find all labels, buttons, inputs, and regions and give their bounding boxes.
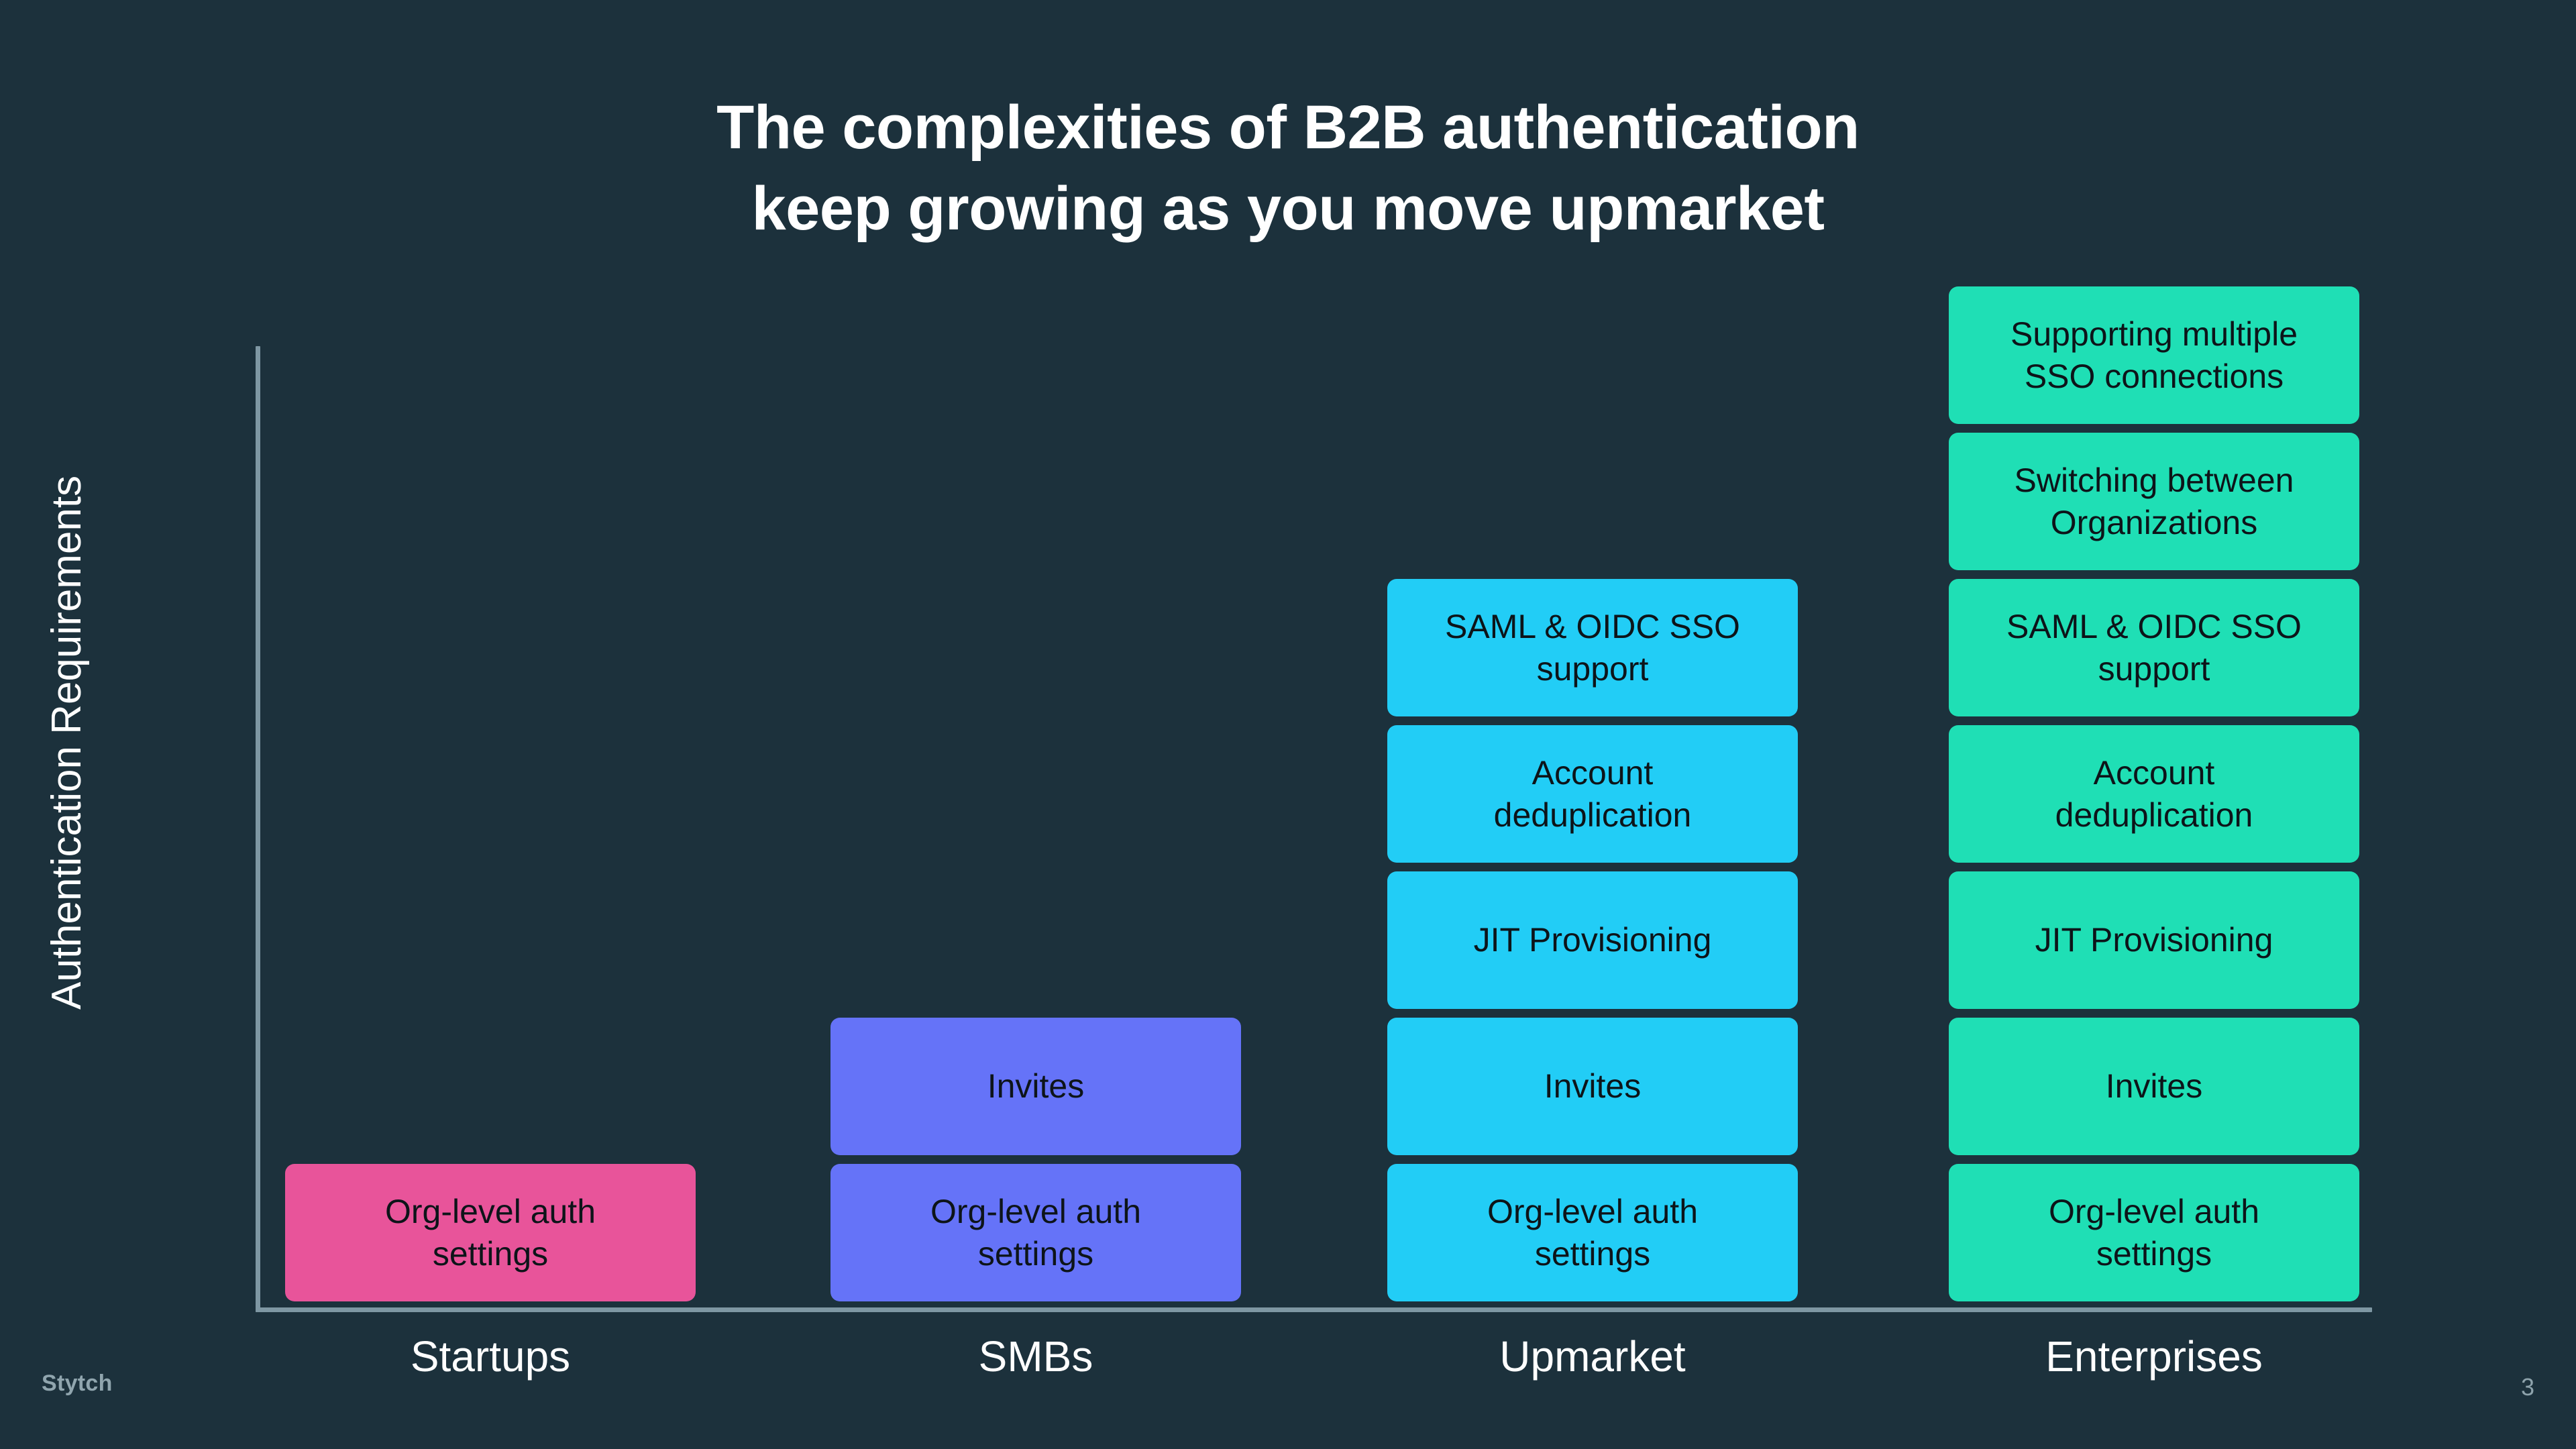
column-smbs: Invites Org-level auth settings [830, 1018, 1241, 1301]
card[interactable]: Invites [1949, 1018, 2359, 1155]
card[interactable]: SAML & OIDC SSO support [1387, 579, 1798, 716]
brand-logo: Stytch [42, 1371, 113, 1396]
page-number: 3 [2520, 1373, 2534, 1401]
card[interactable]: Org-level auth settings [830, 1164, 1241, 1301]
card[interactable]: Invites [830, 1018, 1241, 1155]
card[interactable]: Org-level auth settings [285, 1164, 696, 1301]
x-axis-label-smbs: SMBs [978, 1332, 1093, 1381]
card[interactable]: Supporting multiple SSO connections [1949, 286, 2359, 424]
card[interactable]: Switching between Organizations [1949, 433, 2359, 570]
x-axis-label-upmarket: Upmarket [1499, 1332, 1686, 1381]
card[interactable]: JIT Provisioning [1387, 871, 1798, 1009]
card[interactable]: Account deduplication [1387, 725, 1798, 863]
column-enterprises: Supporting multiple SSO connections Switc… [1949, 286, 2359, 1301]
column-upmarket: SAML & OIDC SSO support Account deduplica… [1387, 579, 1798, 1301]
card[interactable]: Invites [1387, 1018, 1798, 1155]
chart-plot-area: Org-level auth settings Startups Invites Or… [0, 0, 2576, 1449]
card[interactable]: Org-level auth settings [1949, 1164, 2359, 1301]
column-startups: Org-level auth settings [285, 1164, 696, 1301]
card[interactable]: JIT Provisioning [1949, 871, 2359, 1009]
card[interactable]: SAML & OIDC SSO support [1949, 579, 2359, 716]
card[interactable]: Org-level auth settings [1387, 1164, 1798, 1301]
card[interactable]: Account deduplication [1949, 725, 2359, 863]
x-axis-label-startups: Startups [410, 1332, 571, 1381]
slide-canvas: The complexities of B2B authentication k… [0, 0, 2576, 1449]
x-axis-label-enterprises: Enterprises [2045, 1332, 2263, 1381]
